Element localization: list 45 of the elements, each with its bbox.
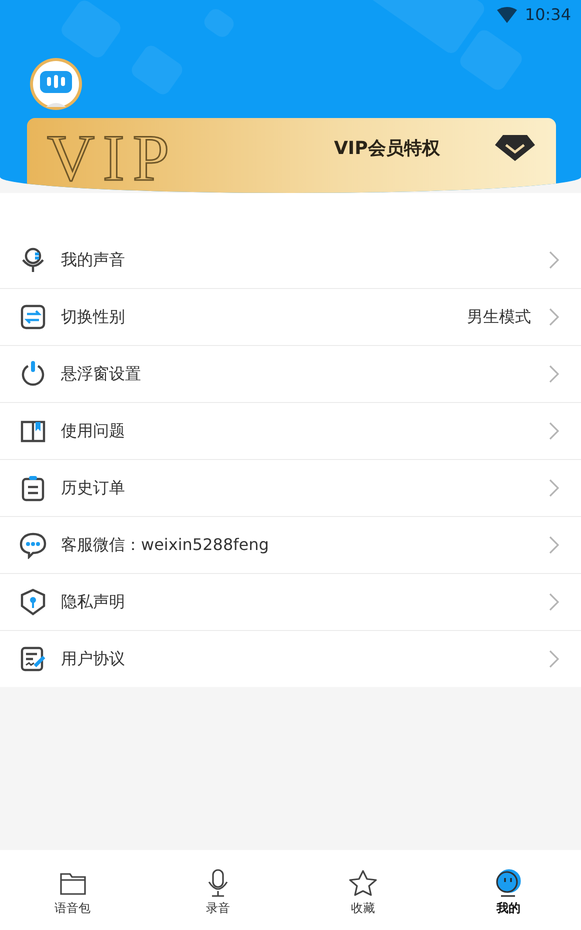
chevron-right-icon xyxy=(549,593,559,611)
chat-bubble-icon xyxy=(19,531,47,559)
diamond-icon xyxy=(495,135,535,161)
chevron-right-icon xyxy=(549,308,559,326)
menu-item[interactable]: 用户协议 xyxy=(0,631,581,687)
menu-label: 客服微信：weixin5288feng xyxy=(61,534,270,556)
chevron-right-icon xyxy=(549,536,559,554)
clipboard-icon xyxy=(19,474,47,502)
shield-icon xyxy=(19,588,47,616)
tab-item[interactable]: 语音包 xyxy=(0,850,146,930)
menu-label: 用户协议 xyxy=(61,648,126,670)
menu-label: 使用问题 xyxy=(61,420,126,442)
face-icon xyxy=(493,868,524,898)
menu-label: 隐私声明 xyxy=(61,592,126,612)
vip-badge-text: VIP xyxy=(47,126,178,192)
menu-item[interactable]: 切换性别 男生模式 xyxy=(0,289,581,346)
status-time: 10:34 xyxy=(524,5,571,24)
vip-card-title: VIP会员特权 xyxy=(334,137,440,160)
menu-item[interactable]: 使用问题 xyxy=(0,403,581,460)
menu-item[interactable]: 客服微信：weixin5288feng xyxy=(0,517,581,574)
robot-avatar-icon[interactable] xyxy=(29,57,83,111)
tab-item[interactable]: 我的 xyxy=(436,850,581,930)
menu-label: 悬浮窗设置 xyxy=(61,364,142,384)
wifi-icon xyxy=(496,6,517,22)
star-icon xyxy=(348,868,378,898)
tab-item[interactable]: 收藏 xyxy=(290,850,436,930)
menu-item[interactable]: 历史订单 xyxy=(0,460,581,517)
chevron-right-icon xyxy=(549,650,559,668)
menu-item[interactable]: 隐私声明 xyxy=(0,574,581,631)
menu-item[interactable]: 悬浮窗设置 xyxy=(0,346,581,403)
menu-item[interactable]: 我的声音 xyxy=(0,232,581,289)
swap-icon xyxy=(19,303,47,331)
vip-card[interactable]: VIP VIP会员特权 xyxy=(27,118,556,193)
menu-value: 男生模式 xyxy=(467,306,531,328)
microphone-icon xyxy=(19,246,47,274)
power-icon xyxy=(19,360,47,388)
chevron-right-icon xyxy=(549,479,559,497)
chevron-right-icon xyxy=(549,251,559,269)
menu-label: 切换性别 xyxy=(61,306,126,328)
menu-label: 我的声音 xyxy=(61,250,126,270)
menu-label: 历史订单 xyxy=(61,478,126,498)
document-pen-icon xyxy=(19,645,47,673)
chevron-right-icon xyxy=(549,365,559,383)
tab-item[interactable]: 录音 xyxy=(145,850,290,930)
chevron-right-icon xyxy=(549,422,559,440)
